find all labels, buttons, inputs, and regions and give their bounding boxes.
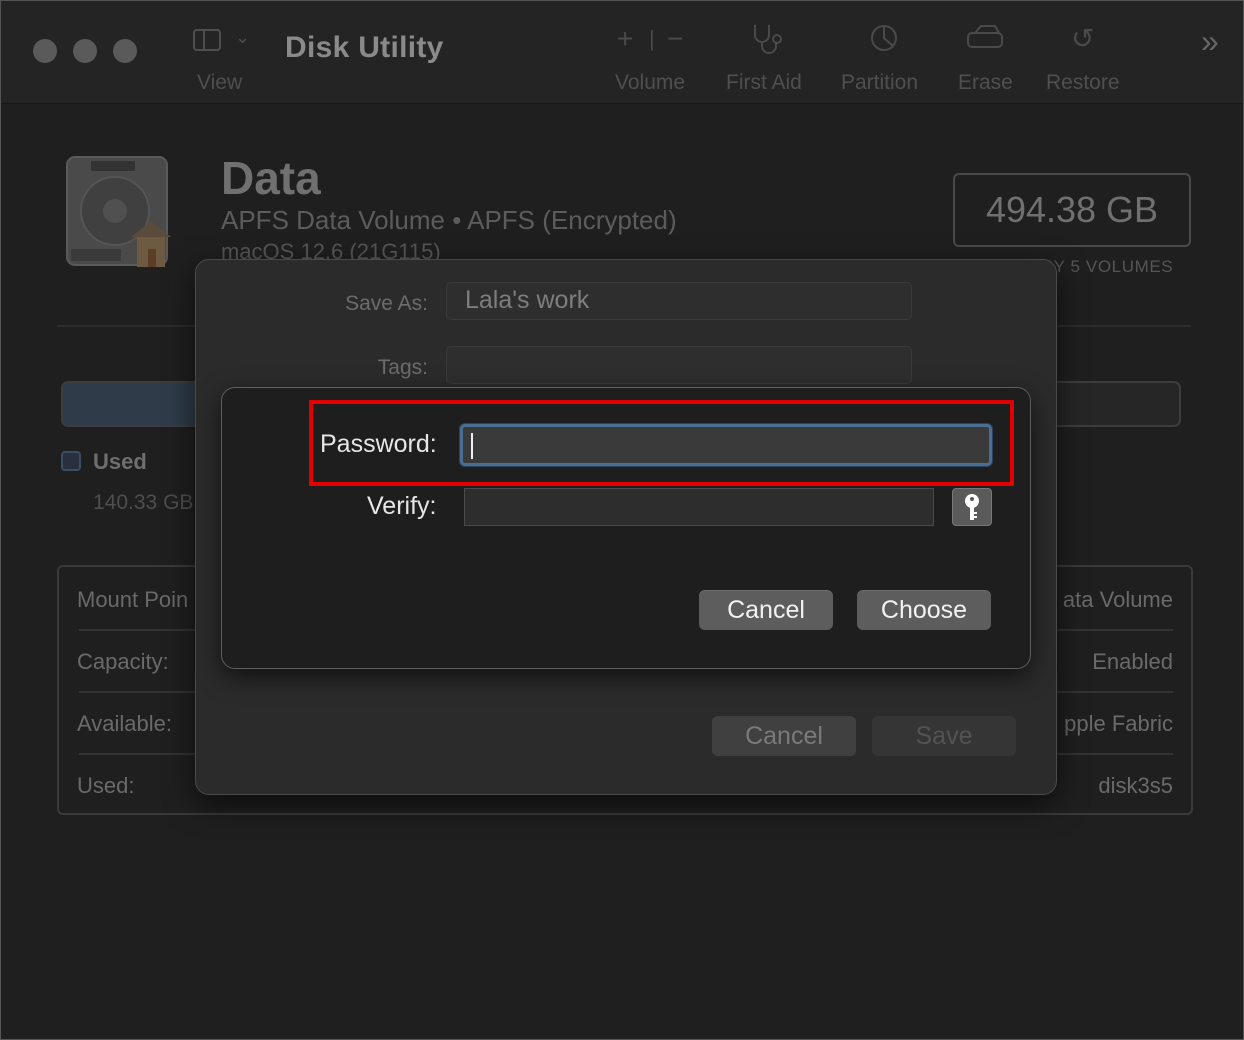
sheet-cancel-label: Cancel (745, 721, 823, 750)
info-value: pple Fabric (1064, 711, 1173, 736)
sheet-cancel-button[interactable]: Cancel (712, 716, 856, 756)
sheet-save-label: Save (915, 721, 973, 750)
password-cancel-label: Cancel (727, 595, 805, 624)
first-aid-label[interactable]: First Aid (726, 71, 802, 95)
choose-label: Choose (880, 595, 968, 624)
sidebar-toggle-icon[interactable] (193, 29, 221, 51)
zoom-window-button[interactable] (113, 39, 137, 63)
toolbar-overflow-icon[interactable]: » (1201, 23, 1219, 60)
tags-field[interactable] (446, 346, 912, 384)
restore-label[interactable]: Restore (1046, 71, 1120, 95)
used-legend-label: Used (93, 449, 147, 474)
password-cancel-button[interactable]: Cancel (699, 590, 833, 630)
add-volume-icon[interactable]: + (617, 23, 633, 55)
toolbar: ⌄ View Disk Utility + | − Volume First A… (1, 1, 1243, 104)
info-value: disk3s5 (1098, 773, 1173, 798)
volume-name: Data (221, 152, 321, 204)
partition-label[interactable]: Partition (841, 71, 918, 95)
used-legend-value: 140.33 GB (93, 491, 194, 514)
hard-disk-icon (63, 153, 183, 273)
chevron-down-icon[interactable]: ⌄ (235, 27, 250, 48)
minimize-window-button[interactable] (73, 39, 97, 63)
info-value: ata Volume (1062, 587, 1173, 612)
info-key: Available: (77, 711, 172, 736)
toolbar-divider: | (649, 26, 655, 51)
sheet-save-button[interactable]: Save (872, 716, 1016, 756)
save-as-value: Lala's work (465, 286, 590, 314)
stethoscope-icon[interactable] (751, 23, 787, 62)
erase-label[interactable]: Erase (958, 71, 1013, 95)
verify-field[interactable] (464, 488, 934, 526)
partition-icon[interactable] (869, 23, 899, 60)
info-value: Enabled (1092, 649, 1173, 674)
volume-size-box: 494.38 GB (953, 173, 1191, 247)
view-label[interactable]: View (197, 71, 242, 95)
verify-label: Verify: (367, 492, 437, 520)
erase-icon[interactable] (965, 23, 1005, 60)
used-legend-swatch (61, 451, 81, 471)
password-assistant-key-icon[interactable] (952, 488, 992, 526)
info-key: Mount Poin (77, 587, 189, 612)
save-as-field[interactable]: Lala's work (446, 282, 912, 320)
tags-label: Tags: (377, 356, 428, 379)
volume-size: 494.38 GB (985, 189, 1159, 230)
restore-icon[interactable]: ↺ (1071, 23, 1094, 55)
info-key: Used: (77, 773, 135, 798)
volume-label[interactable]: Volume (615, 71, 685, 95)
choose-button[interactable]: Choose (857, 590, 991, 630)
remove-volume-icon[interactable]: − (667, 23, 683, 55)
info-key: Capacity: (77, 649, 169, 674)
password-highlight-box (309, 400, 1014, 486)
shared-volumes-text: RY 5 VOLUMES (1041, 257, 1174, 276)
save-as-label: Save As: (345, 292, 428, 315)
disk-utility-window: ⌄ View Disk Utility + | − Volume First A… (0, 0, 1244, 1040)
close-window-button[interactable] (33, 39, 57, 63)
app-title: Disk Utility (285, 31, 444, 64)
volume-subtitle: APFS Data Volume • APFS (Encrypted) (221, 205, 677, 235)
